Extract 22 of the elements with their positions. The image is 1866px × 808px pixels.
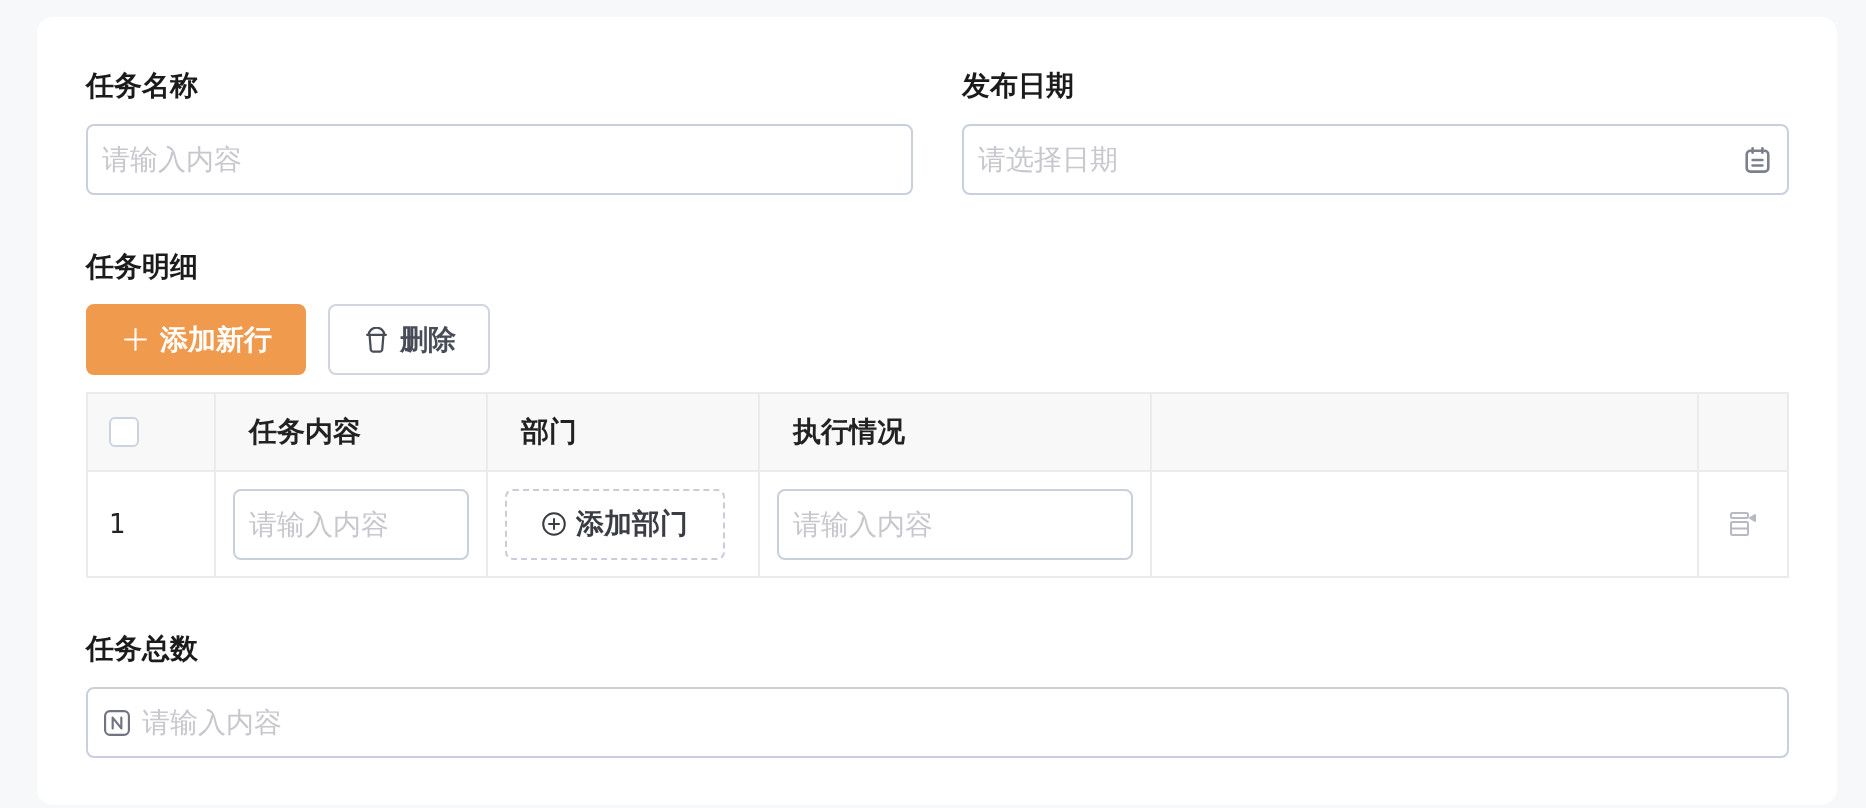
add-department-button[interactable]: 添加部门: [505, 488, 725, 560]
trash-icon: [366, 326, 387, 353]
delete-button[interactable]: 删除: [328, 304, 490, 375]
field-label: 任务总数: [86, 631, 199, 667]
number-type-icon: [104, 709, 130, 736]
calendar-icon[interactable]: [1745, 146, 1770, 173]
text-input[interactable]: 请输入内容: [777, 488, 1133, 560]
select-all-checkbox[interactable]: [109, 417, 139, 447]
section-label: 任务明细: [86, 249, 199, 285]
plus-icon: [124, 328, 147, 351]
text-input[interactable]: 请输入内容: [86, 124, 913, 195]
column-header: 任务内容: [249, 414, 361, 450]
column-header: 执行情况: [793, 414, 905, 450]
field-label: 任务名称: [86, 68, 199, 104]
column-header: 部门: [521, 414, 577, 450]
plus-circle-icon: [542, 512, 566, 536]
rows-arrow-icon[interactable]: [1730, 512, 1756, 536]
number-input[interactable]: 请输入内容: [86, 687, 1789, 758]
field-label: 发布日期: [962, 68, 1075, 104]
row-number: 1: [109, 509, 126, 539]
date-input[interactable]: 请选择日期: [962, 124, 1789, 195]
text-input[interactable]: 请输入内容: [233, 488, 469, 560]
